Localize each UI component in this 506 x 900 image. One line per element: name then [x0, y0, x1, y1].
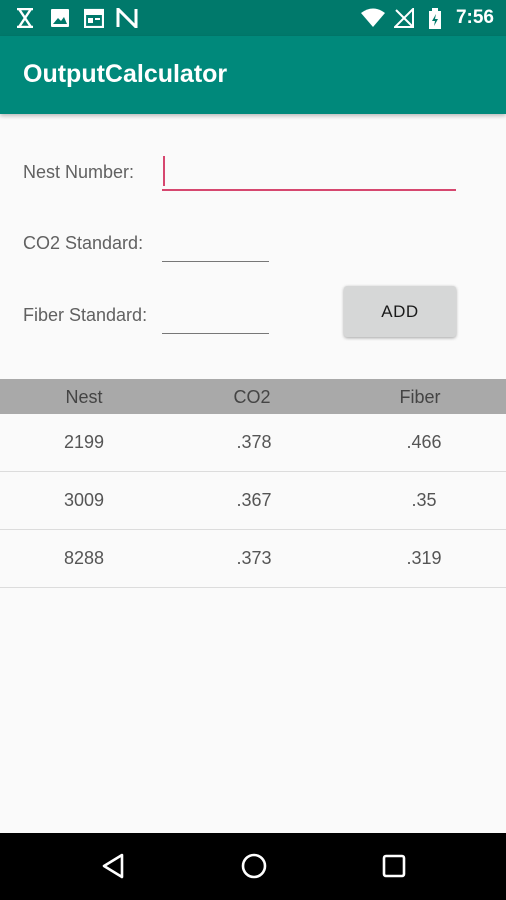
co2-standard-label: CO2 Standard: [23, 233, 144, 253]
app-bar: OutputCalculator [0, 36, 506, 114]
header-co2: CO2 [233, 387, 271, 407]
status-time: 7:56 [455, 7, 494, 28]
hourglass-icon [16, 7, 34, 33]
cell-fiber: .319 [406, 548, 442, 568]
home-icon[interactable] [240, 852, 268, 885]
battery-icon [428, 8, 442, 35]
recents-icon[interactable] [381, 852, 407, 885]
navigation-bar [0, 833, 506, 900]
nest-number-input[interactable] [162, 152, 456, 191]
n-logo-icon [116, 5, 138, 33]
header-nest: Nest [65, 387, 103, 407]
cell-fiber: .35 [411, 490, 437, 510]
cell-nest: 2199 [63, 432, 105, 452]
fiber-standard-label: Fiber Standard: [23, 305, 148, 325]
nest-number-label: Nest Number: [23, 162, 135, 182]
wifi-icon [360, 8, 386, 33]
fiber-standard-input[interactable] [162, 296, 269, 334]
cell-nest: 8288 [63, 548, 105, 568]
app-title: OutputCalculator [23, 60, 228, 88]
cell-co2: .367 [236, 490, 272, 510]
cell-co2: .373 [236, 548, 272, 568]
table-row[interactable]: 2199 .378 .466 [0, 414, 506, 472]
cell-fiber: .466 [406, 432, 442, 452]
table-header: Nest CO2 Fiber [0, 379, 506, 414]
table-row[interactable]: 8288 .373 .319 [0, 530, 506, 588]
table-row[interactable]: 3009 .367 .35 [0, 472, 506, 530]
calendar-icon [83, 8, 105, 33]
no-signal-icon [392, 6, 414, 33]
header-fiber: Fiber [399, 387, 441, 407]
cell-nest: 3009 [63, 490, 105, 510]
add-button[interactable]: ADD [344, 286, 456, 337]
image-icon [50, 8, 70, 33]
cell-co2: .378 [236, 432, 272, 452]
co2-standard-input[interactable] [162, 224, 269, 262]
status-bar: 7:56 [0, 0, 506, 36]
back-icon[interactable] [100, 852, 126, 885]
text-caret [163, 156, 165, 186]
